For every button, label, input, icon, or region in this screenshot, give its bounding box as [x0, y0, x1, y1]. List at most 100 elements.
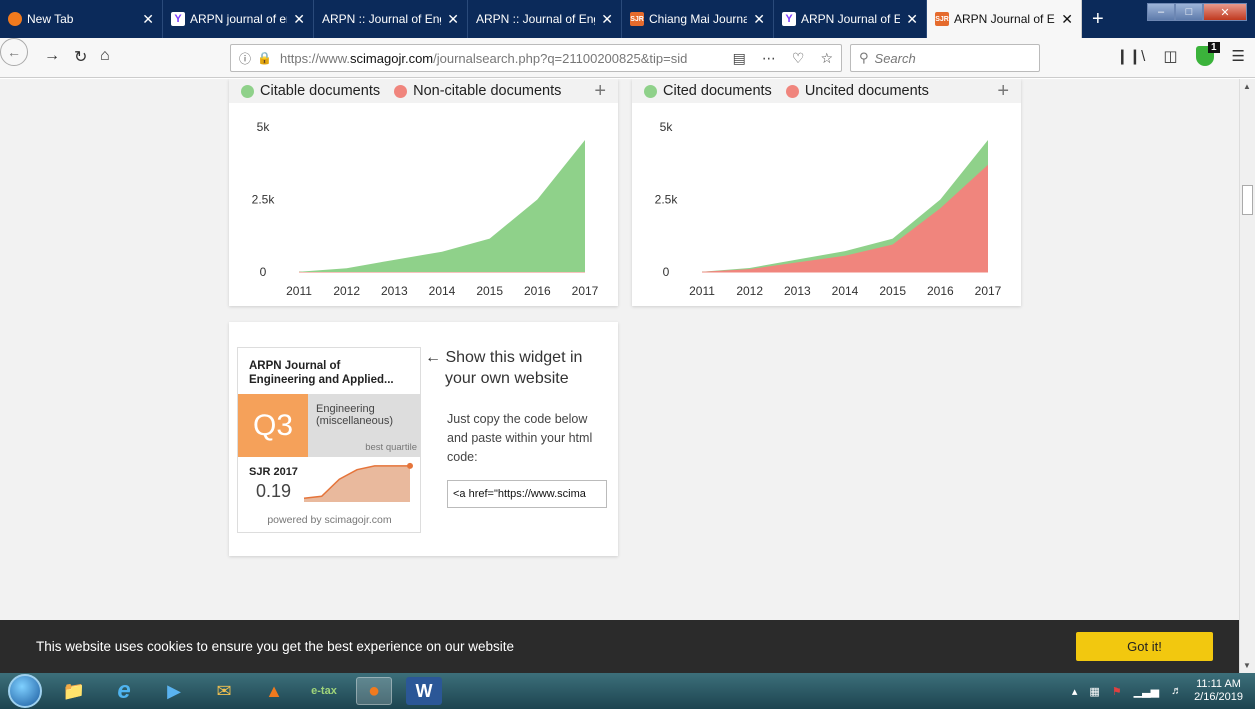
x-tick-label: 2011 [286, 284, 312, 298]
firefox-taskbar-icon[interactable]: ● [356, 677, 392, 705]
close-window-button[interactable]: ✕ [1203, 3, 1247, 21]
sjr-widget[interactable]: ARPN Journal of Engineering and Applied.… [237, 347, 421, 533]
sjr-label: SJR 2017 [249, 466, 298, 478]
tab-strip: New Tab✕YARPN journal of eng✕ ARPN :: Jou… [0, 0, 1255, 38]
system-tray: ▴ ▦ ⚑ ▁▃▅ ♬ 11:11 AM 2/16/2019 [1072, 673, 1243, 709]
extension-shield-icon[interactable]: 1 [1195, 42, 1220, 66]
series-area-citable-documents[interactable] [299, 140, 585, 272]
file-explorer-icon[interactable]: 📁 [56, 677, 92, 705]
copy-line: Just copy the code below [447, 412, 588, 426]
legend-dot [394, 84, 408, 98]
home-button[interactable]: ⌂ [100, 47, 110, 65]
minimize-button[interactable]: – [1147, 3, 1175, 21]
sjr-sparkline [303, 462, 413, 502]
etax-icon[interactable]: e-tax [306, 677, 342, 705]
y-tick-label: 0 [260, 265, 267, 279]
url-text[interactable]: https://www.scimagojr.com/journalsearch.… [280, 51, 725, 66]
menu-icon[interactable]: ☰ [1232, 47, 1245, 65]
library-icon[interactable]: ❙❙\ [1116, 47, 1145, 65]
tab-close-icon[interactable]: ✕ [753, 11, 765, 28]
browser-tab[interactable]: Y ARPN Journal of Eng ✕ [774, 0, 927, 38]
yahoo-icon: Y [171, 12, 185, 26]
cookie-accept-button[interactable]: Got it! [1076, 632, 1213, 661]
tray-signal-icon[interactable]: ▁▃▅ [1134, 685, 1159, 698]
bookmark-star-icon[interactable]: ☆ [820, 50, 833, 67]
search-input[interactable]: ⚲ Search [850, 44, 1040, 72]
maximize-button[interactable]: □ [1175, 3, 1203, 21]
tray-volume-icon[interactable]: ♬ [1171, 685, 1182, 697]
page-scrollbar[interactable]: ▲ ▼ [1239, 79, 1255, 673]
toolbar-right: ❙❙\ ◫ 1 ☰ [1116, 42, 1245, 66]
browser-tab[interactable]: ARPN :: Journal of Engine ✕ [314, 0, 468, 38]
browser-tab[interactable]: Y ARPN journal of eng ✕ [163, 0, 314, 38]
tab-close-icon[interactable]: ✕ [906, 11, 918, 28]
sparkline-end-dot [407, 462, 413, 469]
browser-tab[interactable]: ARPN :: Journal of Engine ✕ [468, 0, 622, 38]
browser-tab[interactable]: New Tab ✕ [0, 0, 163, 38]
forward-button[interactable]: → [44, 47, 60, 65]
legend-cited[interactable]: Cited documents [644, 83, 772, 99]
tab-close-icon[interactable]: ✕ [601, 11, 613, 28]
pocket-icon[interactable]: ♡ [792, 50, 805, 67]
expand-plus-icon[interactable]: + [997, 80, 1009, 103]
search-placeholder: Search [874, 50, 916, 66]
cookie-text: This website uses cookies to ensure you … [36, 639, 515, 654]
app-folder-icon[interactable]: ✉ [206, 677, 242, 705]
x-tick-label: 2011 [689, 284, 715, 298]
tray-network-icon[interactable]: ▦ [1089, 685, 1099, 698]
x-tick-label: 2016 [927, 284, 954, 298]
address-bar[interactable]: ⓘ 🔒 https://www.scimagojr.com/journalsea… [230, 44, 842, 72]
tab-close-icon[interactable]: ✕ [447, 11, 459, 28]
browser-tab[interactable]: SJR Chiang Mai Journal o ✕ [622, 0, 774, 38]
reader-view-icon[interactable]: ▤ [733, 50, 746, 67]
x-tick-label: 2016 [524, 284, 551, 298]
extension-badge: 1 [1207, 42, 1220, 53]
reload-button[interactable]: ↻ [74, 47, 87, 67]
tab-title: ARPN Journal of Eng [801, 12, 900, 26]
sidebar-icon[interactable]: ◫ [1163, 47, 1177, 65]
tab-close-icon[interactable]: ✕ [293, 11, 305, 28]
internet-explorer-icon[interactable]: e [106, 677, 142, 705]
clock[interactable]: 11:11 AM 2/16/2019 [1194, 678, 1243, 704]
chart-legend: Citable documents Non-citable documents … [229, 79, 618, 103]
x-tick-label: 2017 [572, 284, 599, 298]
word-icon[interactable]: W [406, 677, 442, 705]
tray-expand-icon[interactable]: ▴ [1072, 685, 1078, 698]
info-icon[interactable]: ⓘ [239, 50, 251, 67]
scroll-down-icon[interactable]: ▼ [1243, 661, 1251, 670]
lock-icon[interactable]: 🔒 [257, 51, 272, 65]
copy-line: code: [447, 450, 478, 464]
new-tab-button[interactable]: + [1082, 0, 1114, 38]
show-widget-text: ← Show this widget in your own website [425, 347, 615, 389]
expand-plus-icon[interactable]: + [594, 80, 606, 103]
x-tick-label: 2014 [832, 284, 859, 298]
scroll-up-icon[interactable]: ▲ [1243, 82, 1251, 91]
back-button[interactable]: ← [0, 38, 28, 66]
scroll-thumb[interactable] [1242, 185, 1253, 215]
tab-close-icon[interactable]: ✕ [142, 11, 154, 28]
tray-flag-icon[interactable]: ⚑ [1112, 685, 1122, 698]
show-line: ← Show this widget in [425, 349, 583, 366]
x-tick-label: 2013 [784, 284, 811, 298]
series-area-uncited-documents[interactable] [702, 164, 988, 272]
legend-non-citable[interactable]: Non-citable documents [394, 83, 561, 99]
legend-uncited[interactable]: Uncited documents [785, 83, 929, 99]
media-player-icon[interactable]: ▶ [156, 677, 192, 705]
start-button[interactable] [8, 674, 42, 708]
embed-code-input[interactable]: <a href="https://www.scima [447, 480, 607, 508]
browser-tab[interactable]: SJR ARPN Journal of Eng ✕ [927, 0, 1082, 38]
category-line: Engineering [316, 403, 375, 415]
legend-citable[interactable]: Citable documents [241, 83, 380, 99]
tab-title: ARPN :: Journal of Engine [476, 12, 595, 26]
x-tick-label: 2012 [333, 284, 360, 298]
powered-by[interactable]: powered by scimagojr.com [238, 514, 421, 526]
y-tick-label: 2.5k [655, 193, 679, 207]
title-line: ARPN Journal of [249, 360, 341, 372]
tab-close-icon[interactable]: ✕ [1061, 11, 1073, 28]
tab-title: Chiang Mai Journal o [649, 12, 747, 26]
app-black-icon[interactable]: ▲ [256, 677, 292, 705]
title-line: Engineering and Applied... [249, 374, 394, 386]
y-tick-label: 5k [660, 120, 674, 134]
chart-plot: 0 2.5k 5k 2011 2012 2013 2014 2015 2016 2017 [655, 120, 1002, 298]
page-actions-icon[interactable]: ⋯ [762, 50, 776, 67]
